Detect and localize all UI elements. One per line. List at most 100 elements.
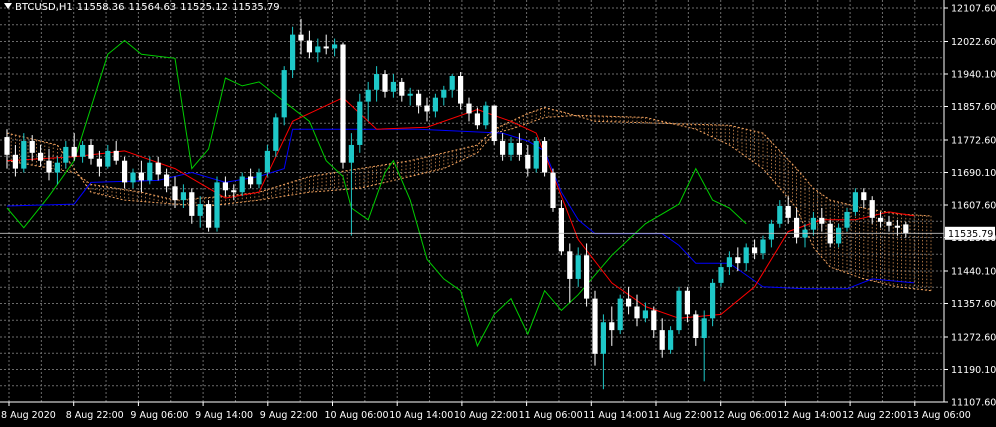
candle-bear [684,290,690,315]
candle-bear [155,162,161,175]
candle-bear [542,141,548,173]
price-chart[interactable]: 12107.60 12022.60 11940.10 11857.60 11772.60… [0,0,996,427]
symbol-label: BTCUSD,H1 [15,2,73,13]
candle-bull [357,101,363,145]
candle-bear [525,154,531,169]
candle-bull [80,144,86,157]
candle-bear [466,103,472,114]
high-value: 11564.63 [128,2,177,13]
candle-bull [617,298,623,331]
candle-bear [122,160,128,183]
y-tick-label: 11690.10 [951,168,996,179]
y-tick-label: 11440.10 [951,266,996,277]
x-tick-label: 10 Aug 22:00 [454,410,518,421]
candle-bear [567,251,573,279]
candle-bull [105,150,111,167]
dropdown-triangle-icon[interactable] [4,3,12,9]
x-tick-label: 8 Aug 22:00 [66,410,124,421]
candle-bull [600,322,606,354]
candle-bear [903,224,909,234]
candle-bear [323,46,329,49]
candle-bear [458,76,464,104]
candle-bear [785,206,791,218]
candle-bear [474,113,480,126]
x-tick-label: 8 Aug 2020 [1,410,56,421]
candle-bull [407,93,413,96]
candle-bull [701,318,707,339]
y-tick-label: 11772.60 [951,135,996,146]
candle-bear [491,105,497,142]
candle-bear [96,158,102,167]
candle-bear [113,150,119,161]
candle-bull [365,89,371,102]
x-tick-label: 11 Aug 22:00 [648,410,712,421]
x-tick-label: 12 Aug 06:00 [713,410,777,421]
candle-bear [894,225,900,228]
candle-bull [197,204,203,216]
x-tick-label: 9 Aug 22:00 [260,410,318,421]
candle-bull [441,89,447,98]
candle-bear [4,137,10,155]
chart-header: BTCUSD,H1 11558.36 11564.63 11525.12 11535.7… [4,2,284,13]
candle-bull [768,223,774,240]
candle-bull [836,227,842,244]
close-value: 11535.79 [231,2,280,13]
candle-bull [281,70,287,118]
x-tick-label: 11 Aug 14:00 [583,410,647,421]
candle-bear [399,81,405,96]
candle-bear [71,146,77,157]
candle-bear [819,217,825,224]
candle-bear [416,93,422,106]
candle-bear [222,182,228,191]
x-tick-label: 10 Aug 14:00 [389,410,453,421]
candle-bear [424,105,430,112]
candle-bear [172,186,178,201]
candle-bear [38,152,44,161]
y-tick-label: 11607.60 [951,201,996,212]
candle-bear [306,40,312,53]
x-tick-label: 12 Aug 22:00 [842,410,906,421]
candle-bull [214,182,220,228]
x-tick-label: 10 Aug 06:00 [325,410,389,421]
candle-bear [500,141,506,155]
candle-bull [63,146,69,163]
candle-bull [130,172,136,183]
candle-bull [147,162,153,181]
candle-bear [12,154,18,169]
candle-bear [46,160,52,173]
y-tick-label: 11357.60 [951,299,996,310]
candle-bear [29,141,35,153]
candle-bull [810,217,816,230]
candle-bear [626,298,632,307]
candle-bear [861,192,867,201]
candle-bull [676,290,682,331]
candle-bear [878,217,884,222]
candle-bear [88,144,94,159]
candle-bull [710,282,716,319]
candle-bear [550,172,556,208]
candle-bull [777,206,783,224]
x-tick-label: 13 Aug 06:00 [907,410,971,421]
candle-bear [609,322,615,331]
candle-bear [189,192,195,216]
candle-bear [886,221,892,226]
current-price-label: 11535.79 [948,229,993,240]
candle-bull [760,239,766,254]
candle-bear [659,330,665,350]
candle-bull [256,172,262,185]
candle-bull [315,46,321,53]
y-tick-label: 11272.60 [951,332,996,343]
candle-bear [138,172,144,181]
candle-bear [584,255,590,299]
y-tick-label: 11857.60 [951,102,996,113]
candle-bull [432,97,438,112]
candle-bull [852,192,858,212]
candle-bull [483,105,489,126]
candle-bull [390,81,396,92]
candle-bear [634,306,640,319]
candle-bear [164,174,170,187]
candle-bull [844,211,850,228]
candle-bull [642,310,648,319]
candle-bull [54,162,60,173]
candle-bear [248,176,254,185]
